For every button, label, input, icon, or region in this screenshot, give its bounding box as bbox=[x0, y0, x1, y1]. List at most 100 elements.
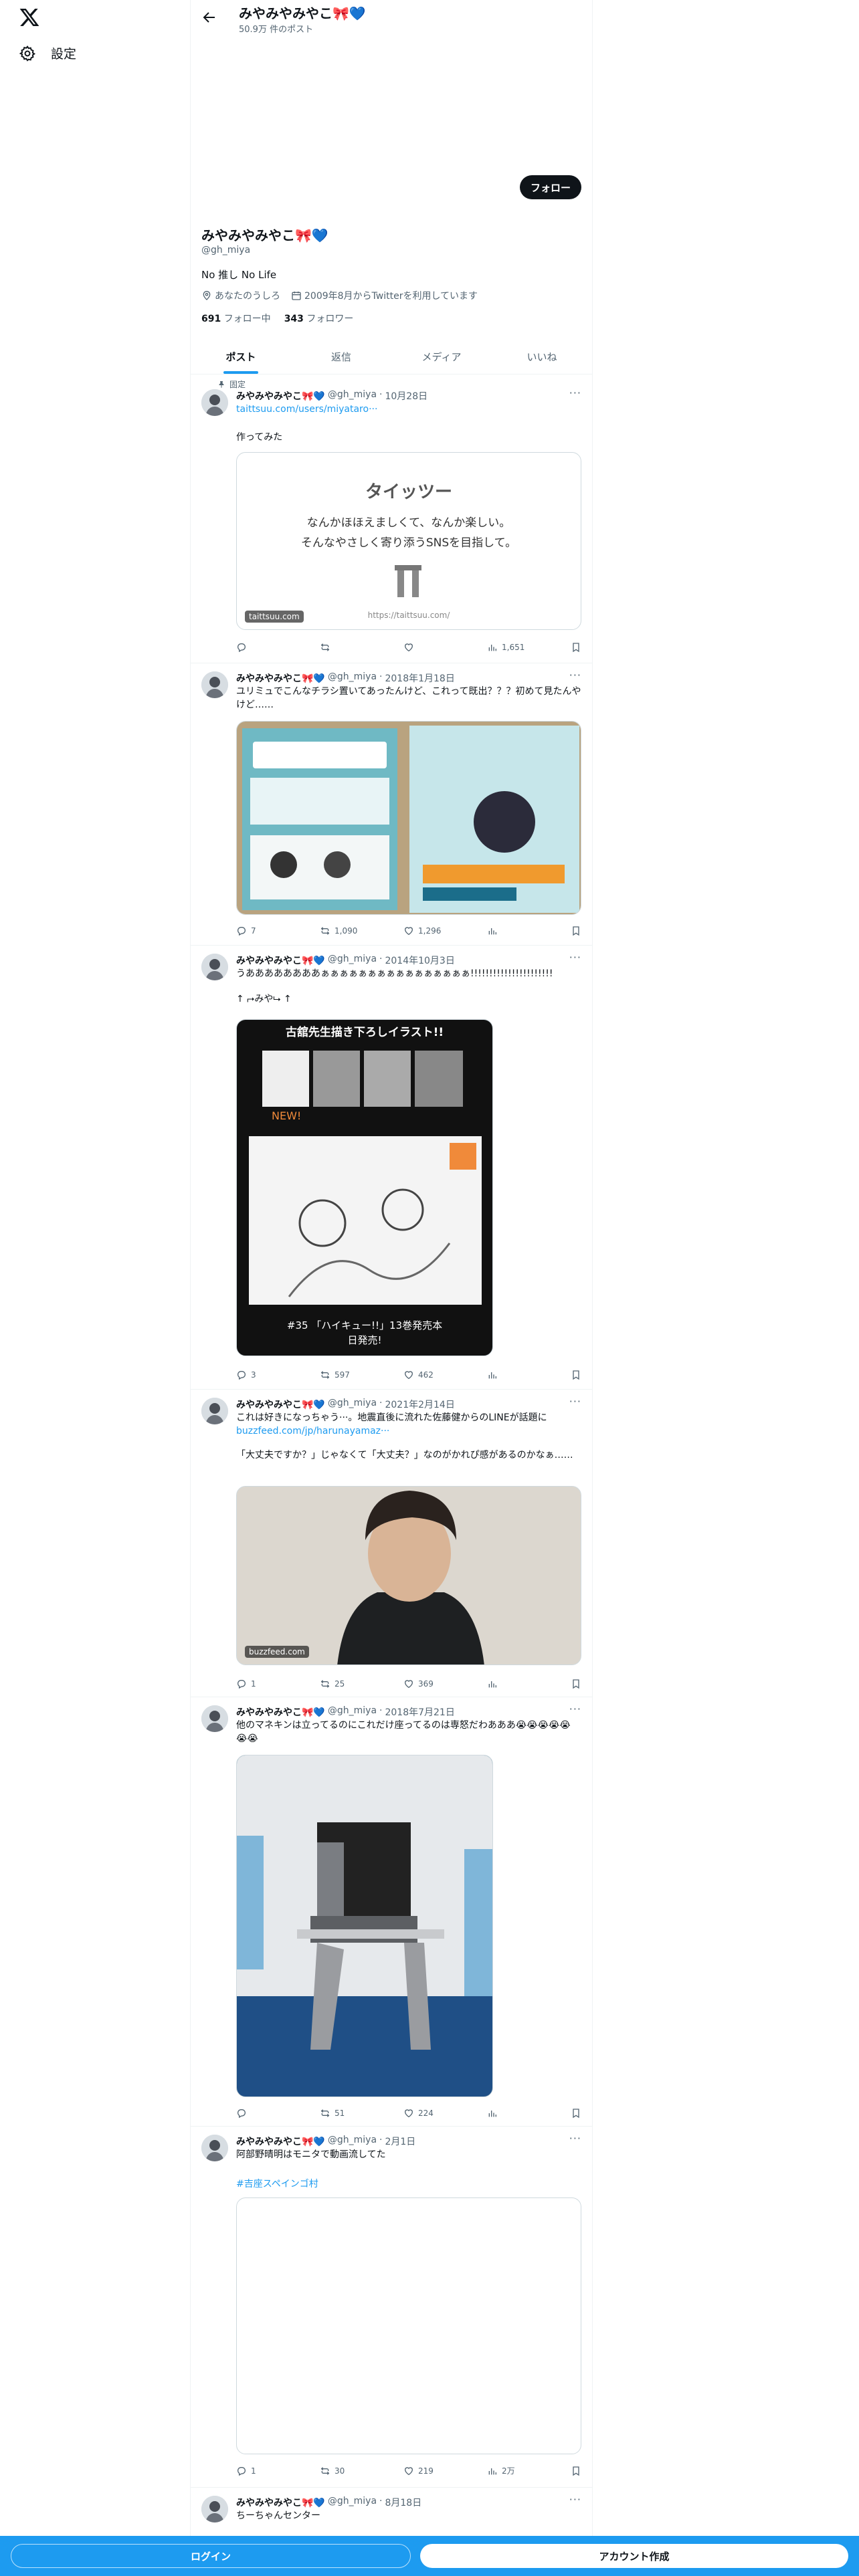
more-options-icon[interactable]: ··· bbox=[569, 1703, 581, 1715]
card-title: タイッツー bbox=[365, 482, 452, 502]
reply-button[interactable]: 7 bbox=[236, 926, 276, 936]
bookmark-button[interactable] bbox=[571, 1679, 581, 1689]
repost-button[interactable] bbox=[320, 642, 360, 653]
image-caption-2: 日発売! bbox=[347, 1334, 382, 1346]
reply-button[interactable] bbox=[236, 2108, 276, 2119]
tweet-link[interactable]: taittsuu.com/users/miyataro··· bbox=[236, 403, 581, 416]
tweet[interactable]: みやみやみやこ🎀💙 @gh_miya · 2018年7月21日 ··· 他のマネキンは… bbox=[191, 1697, 592, 2127]
repost-button[interactable]: 30 bbox=[320, 2465, 360, 2476]
tweet-hashtag[interactable]: #吉座スペインゴ村 bbox=[236, 2177, 581, 2191]
tweet-text: 作ってみた bbox=[236, 432, 283, 443]
tweet-image[interactable] bbox=[236, 721, 581, 915]
tweet-image[interactable]: 古舘先生描き下ろしイラスト!! NEW! #35 「ハイキュー!!」13巻発売本… bbox=[236, 1019, 493, 1356]
profile-handle: @gh_miya bbox=[201, 245, 251, 255]
reply-button[interactable] bbox=[236, 642, 276, 653]
repost-icon bbox=[320, 2466, 330, 2475]
bookmark-icon bbox=[573, 926, 579, 936]
tweet-actions: 7 1,090 1,296 bbox=[236, 926, 581, 936]
tweet-header: みやみやみやこ🎀💙 @gh_miya · 2021年2月14日 bbox=[236, 1398, 455, 1410]
tweet[interactable]: みやみやみやこ🎀💙 @gh_miya · 2014年10月3日 ··· うああああああ… bbox=[191, 946, 592, 1390]
following-link[interactable]: 691 フォロー中 bbox=[201, 312, 271, 325]
like-button[interactable] bbox=[403, 642, 444, 653]
tweet-text-2: ↑ ⮣みや⮡ ↑ bbox=[236, 994, 292, 1004]
tab-replies[interactable]: 返信 bbox=[291, 340, 391, 374]
more-options-icon[interactable]: ··· bbox=[569, 2132, 581, 2145]
profile-banner bbox=[191, 37, 592, 171]
tweet-image[interactable] bbox=[236, 1755, 493, 2097]
card-domain-badge: taittsuu.com bbox=[245, 611, 304, 623]
joined-text: 2009年8月からTwitterを利用しています bbox=[304, 291, 478, 302]
bookmark-button[interactable] bbox=[571, 926, 581, 936]
like-button[interactable]: 369 bbox=[403, 1679, 444, 1689]
tweet-video-placeholder[interactable] bbox=[236, 2197, 581, 2454]
signup-button[interactable]: アカウント作成 bbox=[420, 2544, 848, 2568]
like-button[interactable]: 224 bbox=[403, 2108, 444, 2119]
tab-likes[interactable]: いいね bbox=[492, 340, 592, 374]
avatar[interactable] bbox=[201, 671, 228, 698]
more-options-icon[interactable]: ··· bbox=[569, 951, 581, 964]
views-button[interactable] bbox=[487, 926, 527, 936]
joined-item: 2009年8月からTwitterを利用しています bbox=[291, 289, 478, 302]
repost-button[interactable]: 25 bbox=[320, 1679, 360, 1689]
profile-bio: No 推し No Life bbox=[201, 269, 277, 281]
location-text: あなたのうしろ bbox=[215, 291, 280, 302]
login-button[interactable]: ログイン bbox=[11, 2544, 411, 2568]
bookmark-button[interactable] bbox=[571, 1370, 581, 1380]
bookmark-button[interactable] bbox=[571, 2108, 581, 2119]
tweet[interactable]: みやみやみやこ🎀💙 @gh_miya · 2月1日 ··· 阿部野晴明はモニタで動画流… bbox=[191, 2127, 592, 2488]
tweet-pinned[interactable]: 固定 みやみやみやこ🎀💙 @gh_miya · 10月28日 ··· taittsuu… bbox=[191, 374, 592, 663]
repost-icon bbox=[320, 643, 330, 651]
avatar[interactable] bbox=[201, 2135, 228, 2161]
more-options-icon[interactable]: ··· bbox=[569, 387, 581, 399]
views-button[interactable]: 2万 bbox=[487, 2465, 527, 2476]
tweet-header: みやみやみやこ🎀💙 @gh_miya · 2014年10月3日 bbox=[236, 954, 455, 966]
reply-button[interactable]: 1 bbox=[236, 1679, 276, 1689]
tweet-actions: 51 224 bbox=[236, 2108, 581, 2119]
more-options-icon[interactable]: ··· bbox=[569, 669, 581, 681]
tweet-image[interactable]: buzzfeed.com bbox=[236, 1486, 581, 1665]
follow-button[interactable]: フォロー bbox=[519, 175, 581, 199]
followers-link[interactable]: 343 フォロワー bbox=[284, 312, 354, 325]
avatar[interactable] bbox=[201, 389, 228, 416]
more-options-icon[interactable]: ··· bbox=[569, 1395, 581, 1408]
avatar[interactable] bbox=[201, 1705, 228, 1732]
x-logo-icon[interactable] bbox=[19, 7, 40, 28]
tweet-header: みやみやみやこ🎀💙 @gh_miya · 10月28日 bbox=[236, 389, 428, 402]
location-pin-icon bbox=[201, 290, 212, 301]
views-button[interactable] bbox=[487, 2108, 527, 2119]
reply-button[interactable]: 1 bbox=[236, 2465, 276, 2476]
header-name: みやみやみやこ🎀💙 bbox=[239, 5, 366, 21]
tweet[interactable]: みやみやみやこ🎀💙 @gh_miya · 2018年1月18日 ··· ユリミュでこん… bbox=[191, 663, 592, 946]
back-arrow-icon[interactable] bbox=[201, 9, 217, 25]
tweet[interactable]: みやみやみやこ🎀💙 @gh_miya · 2021年2月14日 ··· これは好きにな… bbox=[191, 1390, 592, 1697]
avatar[interactable] bbox=[201, 954, 228, 980]
like-button[interactable]: 1,296 bbox=[403, 926, 444, 936]
bookmark-button[interactable] bbox=[571, 642, 581, 653]
settings-nav[interactable]: 設定 bbox=[19, 44, 76, 62]
views-button[interactable] bbox=[487, 1679, 527, 1689]
avatar[interactable] bbox=[201, 2496, 228, 2523]
tweet-link[interactable]: buzzfeed.com/jp/harunayamaz··· bbox=[236, 1424, 581, 1438]
repost-button[interactable]: 1,090 bbox=[320, 926, 360, 936]
tab-media[interactable]: メディア bbox=[391, 340, 492, 374]
like-button[interactable]: 462 bbox=[403, 1370, 444, 1380]
tweet[interactable]: みやみやみやこ🎀💙 @gh_miya · 8月18日 ··· ちーちゃんセンター bbox=[191, 2488, 592, 2536]
views-icon bbox=[488, 1681, 496, 1688]
bottom-auth-bar: ログイン アカウント作成 bbox=[0, 2536, 859, 2576]
card-line1: なんかほほえましくて、なんか楽しい。 bbox=[306, 516, 511, 530]
repost-button[interactable]: 597 bbox=[320, 1370, 360, 1380]
bookmark-button[interactable] bbox=[571, 2465, 581, 2476]
reply-button[interactable]: 3 bbox=[236, 1370, 276, 1380]
header-post-count: 50.9万 件のポスト bbox=[239, 25, 314, 35]
tweet-header: みやみやみやこ🎀💙 @gh_miya · 2月1日 bbox=[236, 2135, 416, 2147]
more-options-icon[interactable]: ··· bbox=[569, 2493, 581, 2506]
views-button[interactable] bbox=[487, 1370, 527, 1380]
like-button[interactable]: 219 bbox=[403, 2465, 444, 2476]
tab-posts[interactable]: ポスト bbox=[191, 340, 291, 374]
link-card[interactable]: タイッツー なんかほほえましくて、なんか楽しい。 そんなやさしく寄り添うSNSを… bbox=[236, 452, 581, 630]
repost-button[interactable]: 51 bbox=[320, 2108, 360, 2119]
profile-name: みやみやみやこ🎀💙 bbox=[201, 227, 328, 243]
avatar[interactable] bbox=[201, 1398, 228, 1424]
views-button[interactable]: 1,651 bbox=[487, 642, 527, 653]
heart-icon bbox=[404, 2109, 413, 2118]
